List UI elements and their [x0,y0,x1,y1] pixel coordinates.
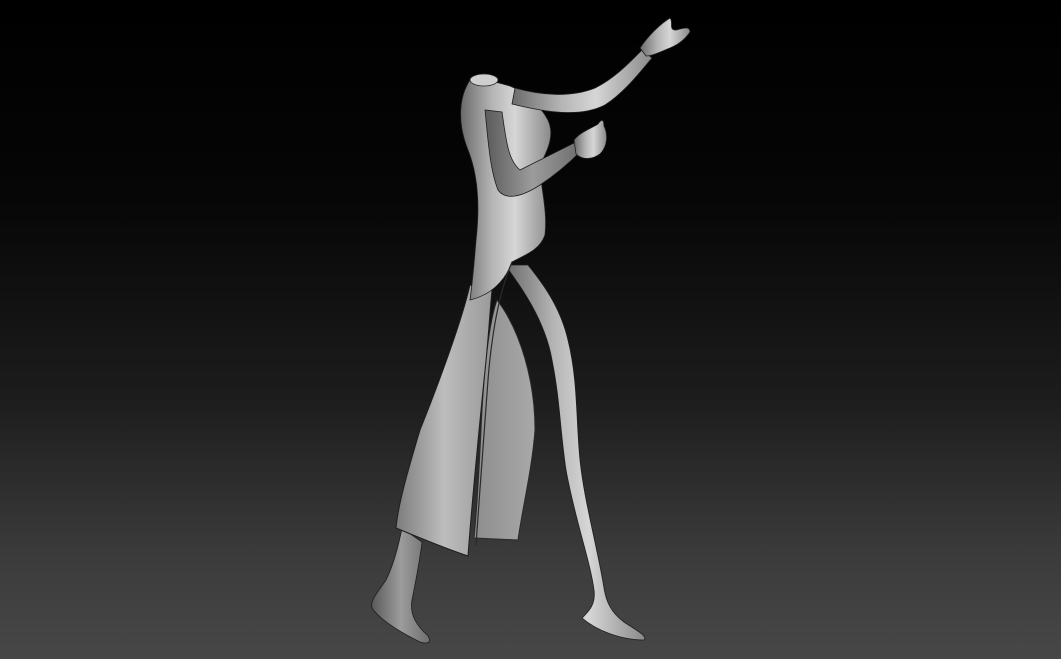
raised-arm [511,49,653,113]
render-viewport[interactable] [0,0,1061,659]
rear-leg [371,527,430,644]
sculpt-scene [371,17,691,644]
neck-top [469,73,499,87]
raised-hand [639,17,691,57]
bent-hand [573,120,608,159]
